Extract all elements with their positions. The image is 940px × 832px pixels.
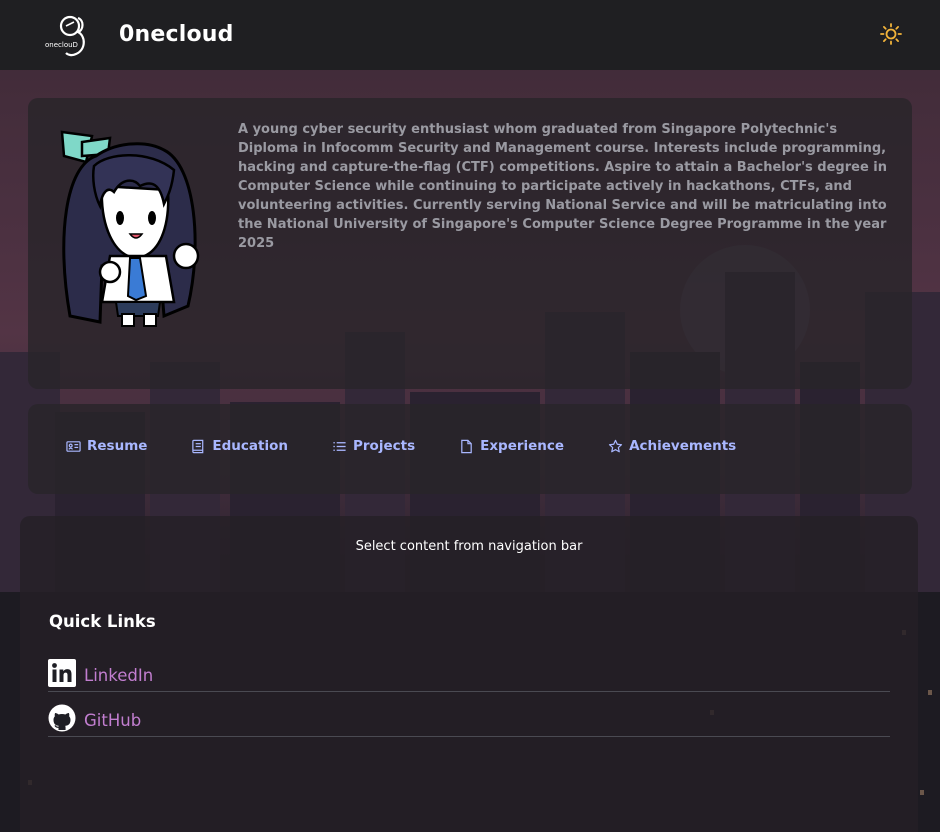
sun-icon[interactable] [879,22,903,46]
section-navigation-bar: Resume Education Projects Experience Ach… [28,404,912,494]
nav-item-experience[interactable]: Experience [459,438,564,454]
nav-item-label: Education [212,438,288,454]
about-card: A young cyber security enthusiast whom g… [28,98,912,389]
list-icon [333,441,346,451]
quick-link-github[interactable]: GitHub [48,692,890,737]
quick-links-title: Quick Links [49,612,156,631]
svg-text:oneclouD: oneclouD [45,41,78,49]
nav-item-label: Resume [87,438,148,454]
nav-item-achievements[interactable]: Achievements [608,438,736,454]
book-icon [192,439,204,453]
site-logo-icon[interactable]: oneclouD [44,10,92,60]
nav-item-projects[interactable]: Projects [332,438,415,454]
content-panel: Select content from navigation bar Quick… [20,516,918,832]
github-icon [48,704,76,732]
nav-item-education[interactable]: Education [191,438,288,454]
content-placeholder-text: Select content from navigation bar [355,539,583,554]
file-icon [461,439,472,453]
quick-link-linkedin[interactable]: LinkedIn [48,647,890,692]
bio-text: A young cyber security enthusiast whom g… [238,122,888,251]
quick-links-section: Quick Links LinkedIn GitHub [48,612,890,737]
nav-item-label: Projects [353,438,416,454]
top-navbar: oneclouD 0necloud [0,0,940,70]
linkedin-link-label[interactable]: LinkedIn [84,665,153,687]
github-link-label[interactable]: GitHub [84,710,141,732]
star-icon [608,439,623,452]
nav-item-resume[interactable]: Resume [66,438,147,454]
id-card-icon [66,440,81,452]
nav-item-label: Experience [480,438,565,454]
nav-item-label: Achievements [629,438,737,454]
linkedin-icon [48,659,76,687]
site-brand-title[interactable]: 0necloud [119,22,234,47]
chibi-character-avatar [56,126,206,331]
